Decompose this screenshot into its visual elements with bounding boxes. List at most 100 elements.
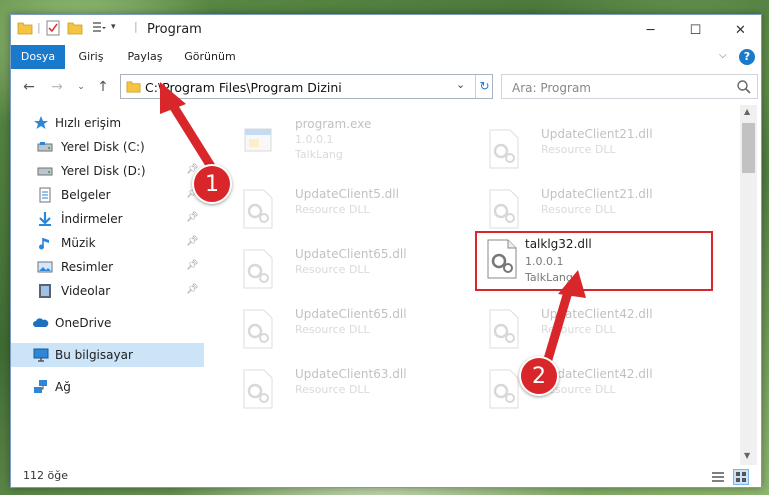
sidebar-item-videos[interactable]: Videolar 📌︎ bbox=[11, 279, 204, 303]
address-bar[interactable]: C:\Program Files\Program Dizini ⌄ ↻ bbox=[120, 74, 493, 99]
item-count: 112 öğe bbox=[23, 469, 68, 482]
refresh-button[interactable]: ↻ bbox=[475, 75, 493, 98]
videos-icon bbox=[39, 284, 51, 298]
sidebar-item-label: Bu bilgisayar bbox=[55, 348, 133, 362]
file-description: Resource DLL bbox=[295, 203, 370, 216]
up-button[interactable]: ↑ bbox=[93, 78, 113, 96]
explorer-window: | ▾ | Program ─ ☐ ✕ Dosya Giriş Paylaş G… bbox=[10, 14, 762, 488]
tab-share[interactable]: Paylaş bbox=[121, 45, 169, 69]
file-tile[interactable]: UpdateClient21.dll Resource DLL bbox=[475, 181, 711, 237]
sidebar-item-local-disk-d[interactable]: Yerel Disk (D:) 📌︎ bbox=[11, 159, 204, 183]
file-tile[interactable]: UpdateClient65.dll Resource DLL bbox=[229, 301, 465, 357]
properties-icon[interactable] bbox=[45, 20, 61, 36]
file-tile[interactable]: program.exe 1.0.0.1 TalkLang bbox=[229, 111, 465, 167]
file-list: program.exe 1.0.0.1 TalkLang UpdateClien… bbox=[211, 105, 739, 465]
sidebar-item-label: Yerel Disk (D:) bbox=[61, 164, 146, 178]
sidebar-item-label: Hızlı erişim bbox=[55, 116, 122, 130]
folder-icon bbox=[126, 81, 141, 93]
file-tile[interactable]: UpdateClient65.dll Resource DLL bbox=[229, 241, 465, 297]
recent-locations-icon[interactable]: ⌄ bbox=[71, 78, 91, 96]
dll-file-icon bbox=[243, 189, 273, 229]
sidebar-item-pictures[interactable]: Resimler 📌︎ bbox=[11, 255, 204, 279]
search-placeholder: Ara: Program bbox=[512, 81, 591, 95]
documents-icon bbox=[39, 187, 51, 203]
scroll-up-icon[interactable]: ▲ bbox=[744, 107, 750, 116]
folder-icon bbox=[17, 22, 33, 35]
step-badge-2: 2 bbox=[519, 356, 559, 396]
file-name: UpdateClient65.dll bbox=[295, 247, 407, 261]
forward-button[interactable]: → bbox=[47, 78, 67, 96]
file-name: UpdateClient21.dll bbox=[541, 187, 653, 201]
cloud-icon bbox=[33, 318, 49, 327]
tab-home[interactable]: Giriş bbox=[71, 45, 111, 69]
vertical-scrollbar[interactable]: ▲ ▼ bbox=[740, 105, 757, 465]
new-folder-icon[interactable] bbox=[67, 20, 83, 36]
file-tile[interactable]: UpdateClient63.dll Resource DLL bbox=[229, 361, 465, 417]
sidebar-item-label: Yerel Disk (C:) bbox=[61, 140, 145, 154]
sidebar-item-label: OneDrive bbox=[55, 316, 112, 330]
sidebar-item-this-pc[interactable]: Bu bilgisayar bbox=[11, 343, 204, 367]
file-description: Resource DLL bbox=[295, 263, 370, 276]
tiles-view-icon[interactable] bbox=[733, 469, 749, 485]
search-icon[interactable] bbox=[736, 79, 752, 95]
pin-icon[interactable]: 📌︎ bbox=[186, 212, 199, 223]
title-bar: | ▾ | Program ─ ☐ ✕ bbox=[11, 15, 761, 45]
file-description: Resource DLL bbox=[295, 323, 370, 336]
file-description: Resource DLL bbox=[295, 383, 370, 396]
sidebar-item-onedrive[interactable]: OneDrive bbox=[11, 311, 204, 335]
ribbon-tabs: Dosya Giriş Paylaş Görünüm ⌵ ? bbox=[11, 45, 761, 69]
pin-icon[interactable]: 📌︎ bbox=[186, 284, 199, 295]
drive-icon bbox=[37, 167, 53, 176]
maximize-button[interactable]: ☐ bbox=[673, 15, 718, 45]
file-name: UpdateClient5.dll bbox=[295, 187, 399, 201]
step-badge-1: 1 bbox=[192, 164, 232, 204]
chevron-down-icon[interactable]: ▾ bbox=[111, 22, 116, 32]
file-tile[interactable]: UpdateClient5.dll Resource DLL bbox=[229, 181, 465, 237]
dll-file-icon bbox=[489, 369, 519, 409]
dll-file-icon bbox=[489, 309, 519, 349]
pin-icon[interactable]: 📌︎ bbox=[186, 260, 199, 271]
file-tile[interactable]: UpdateClient21.dll Resource DLL bbox=[475, 121, 711, 177]
window-title: Program bbox=[147, 22, 202, 37]
address-dropdown-icon[interactable]: ⌄ bbox=[456, 78, 465, 91]
file-company: TalkLang bbox=[295, 148, 343, 161]
sidebar-item-network[interactable]: Ağ bbox=[11, 375, 204, 399]
scrollbar-thumb[interactable] bbox=[742, 123, 755, 173]
search-input[interactable]: Ara: Program bbox=[501, 74, 758, 99]
status-bar: 112 öğe bbox=[11, 465, 761, 487]
star-icon bbox=[34, 116, 48, 129]
minimize-button[interactable]: ─ bbox=[628, 15, 673, 45]
file-tile-talklg32[interactable]: talklg32.dll 1.0.0.1 TalkLang bbox=[475, 231, 713, 291]
sidebar-item-documents[interactable]: Belgeler 📌︎ bbox=[11, 183, 204, 207]
pin-icon[interactable]: 📌︎ bbox=[186, 236, 199, 247]
sidebar-item-quick-access[interactable]: Hızlı erişim bbox=[11, 111, 204, 135]
scroll-down-icon[interactable]: ▼ bbox=[744, 451, 750, 460]
expand-ribbon-icon[interactable]: ⌵ bbox=[719, 50, 727, 61]
dll-file-icon bbox=[243, 309, 273, 349]
dll-file-icon bbox=[243, 369, 273, 409]
close-button[interactable]: ✕ bbox=[718, 15, 761, 45]
separator: | bbox=[37, 21, 41, 34]
back-button[interactable]: ← bbox=[19, 78, 39, 96]
drive-icon bbox=[37, 142, 53, 152]
file-name: UpdateClient21.dll bbox=[541, 127, 653, 141]
file-description: Resource DLL bbox=[541, 203, 616, 216]
sidebar-item-label: İndirmeler bbox=[61, 212, 123, 226]
file-name: program.exe bbox=[295, 117, 372, 131]
sidebar-item-local-disk-c[interactable]: Yerel Disk (C:) bbox=[11, 135, 204, 159]
details-view-icon[interactable] bbox=[711, 470, 725, 484]
tab-view[interactable]: Görünüm bbox=[179, 45, 241, 69]
tab-file[interactable]: Dosya bbox=[11, 45, 65, 69]
file-tile[interactable]: UpdateClient42.dll Resource DLL bbox=[475, 301, 711, 357]
file-description: Resource DLL bbox=[541, 143, 616, 156]
help-icon[interactable]: ? bbox=[739, 49, 755, 65]
address-row: ← → ⌄ ↑ C:\Program Files\Program Dizini … bbox=[11, 69, 761, 105]
download-icon bbox=[39, 212, 51, 226]
sidebar-item-downloads[interactable]: İndirmeler 📌︎ bbox=[11, 207, 204, 231]
dll-file-icon bbox=[489, 129, 519, 169]
file-name: talklg32.dll bbox=[525, 237, 592, 251]
customize-toolbar-icon[interactable] bbox=[91, 20, 107, 36]
sidebar-item-music[interactable]: Müzik 📌︎ bbox=[11, 231, 204, 255]
address-path[interactable]: C:\Program Files\Program Dizini bbox=[145, 80, 342, 95]
file-tile[interactable]: UpdateClient42.dll Resource DLL bbox=[475, 361, 711, 417]
